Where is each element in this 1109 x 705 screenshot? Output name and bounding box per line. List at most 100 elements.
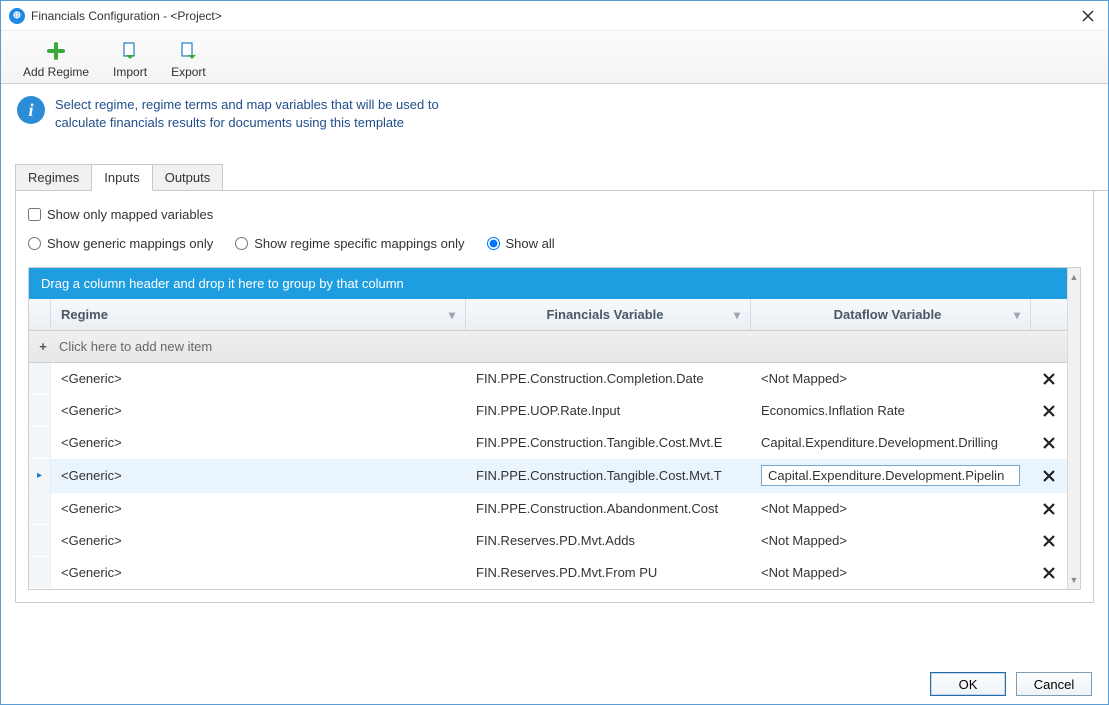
row-indicator (29, 395, 51, 426)
delete-row-button[interactable] (1031, 493, 1067, 524)
cell-dataflow-variable[interactable]: <Not Mapped> (751, 557, 1031, 588)
cell-regime[interactable]: <Generic> (51, 557, 466, 588)
radio-show-all-input[interactable] (487, 237, 500, 250)
cell-financials-variable[interactable]: FIN.PPE.Construction.Tangible.Cost.Mvt.T (466, 459, 751, 492)
cell-dataflow-variable[interactable]: Economics.Inflation Rate (751, 395, 1031, 426)
import-label: Import (113, 65, 147, 79)
add-new-row-label: Click here to add new item (59, 339, 212, 354)
delete-row-button[interactable] (1031, 363, 1067, 394)
cancel-button[interactable]: Cancel (1016, 672, 1092, 696)
cell-dataflow-variable[interactable]: Capital.Expenditure.Development.Drilling (751, 427, 1031, 458)
cell-regime[interactable]: <Generic> (51, 363, 466, 394)
cell-regime[interactable]: <Generic> (51, 459, 466, 492)
cell-regime[interactable]: <Generic> (51, 525, 466, 556)
col-header-regime[interactable]: Regime ▾ (51, 299, 466, 330)
scroll-down-arrow[interactable]: ▼ (1068, 571, 1080, 589)
add-new-row[interactable]: + Click here to add new item (29, 331, 1067, 363)
radio-regime-only-label: Show regime specific mappings only (254, 236, 464, 251)
export-label: Export (171, 65, 206, 79)
table-row[interactable]: <Generic>FIN.PPE.Construction.Completion… (29, 363, 1067, 395)
radio-generic-only-label: Show generic mappings only (47, 236, 213, 251)
col-header-regime-label: Regime (61, 307, 108, 322)
cell-dataflow-variable[interactable]: <Not Mapped> (751, 363, 1031, 394)
radio-generic-only-input[interactable] (28, 237, 41, 250)
cell-financials-variable[interactable]: FIN.PPE.Construction.Tangible.Cost.Mvt.E (466, 427, 751, 458)
row-indicator (29, 427, 51, 458)
tab-bar: Regimes Inputs Outputs (15, 164, 1108, 191)
cell-financials-variable[interactable]: FIN.Reserves.PD.Mvt.Adds (466, 525, 751, 556)
row-indicator: ▸ (29, 459, 51, 492)
radio-generic-only[interactable]: Show generic mappings only (28, 232, 213, 255)
grid-header: Regime ▾ Financials Variable ▾ Dataflow … (29, 299, 1067, 331)
toolbar: Add Regime Import Export (1, 31, 1108, 84)
row-indicator (29, 525, 51, 556)
add-regime-button[interactable]: Add Regime (11, 35, 101, 83)
close-button[interactable] (1076, 4, 1100, 28)
row-indicator (29, 363, 51, 394)
row-indicator (29, 557, 51, 588)
add-regime-label: Add Regime (23, 65, 89, 79)
titlebar: ⊕ Financials Configuration - <Project> (1, 1, 1108, 31)
radio-show-all[interactable]: Show all (487, 232, 555, 255)
group-by-bar[interactable]: Drag a column header and drop it here to… (29, 268, 1067, 299)
export-button[interactable]: Export (159, 35, 218, 83)
show-only-mapped-label: Show only mapped variables (47, 207, 213, 222)
cell-financials-variable[interactable]: FIN.PPE.Construction.Completion.Date (466, 363, 751, 394)
dialog-footer: OK Cancel (930, 672, 1092, 696)
vertical-scrollbar[interactable]: ▲ ▼ (1067, 268, 1080, 589)
cell-financials-variable[interactable]: FIN.PPE.Construction.Abandonment.Cost (466, 493, 751, 524)
delete-row-button[interactable] (1031, 395, 1067, 426)
delete-row-button[interactable] (1031, 557, 1067, 588)
cell-financials-variable[interactable]: FIN.PPE.UOP.Rate.Input (466, 395, 751, 426)
import-icon (118, 39, 142, 63)
table-row[interactable]: ▸<Generic>FIN.PPE.Construction.Tangible.… (29, 459, 1067, 493)
radio-show-all-label: Show all (506, 236, 555, 251)
info-icon: i (17, 96, 45, 124)
table-row[interactable]: <Generic>FIN.PPE.Construction.Abandonmen… (29, 493, 1067, 525)
cell-dataflow-variable[interactable]: <Not Mapped> (751, 525, 1031, 556)
export-icon (176, 39, 200, 63)
table-row[interactable]: <Generic>FIN.PPE.Construction.Tangible.C… (29, 427, 1067, 459)
filter-icon[interactable]: ▾ (1014, 308, 1020, 322)
delete-row-button[interactable] (1031, 459, 1067, 492)
delete-row-button[interactable] (1031, 427, 1067, 458)
show-only-mapped-input[interactable] (28, 208, 41, 221)
table-row[interactable]: <Generic>FIN.Reserves.PD.Mvt.From PU<Not… (29, 557, 1067, 589)
col-header-dataflow-label: Dataflow Variable (761, 307, 1014, 322)
grid-body: <Generic>FIN.PPE.Construction.Completion… (29, 363, 1067, 589)
scroll-up-arrow[interactable]: ▲ (1068, 268, 1080, 286)
info-line-1: Select regime, regime terms and map vari… (55, 96, 439, 114)
cell-regime[interactable]: <Generic> (51, 395, 466, 426)
app-icon: ⊕ (9, 8, 25, 24)
plus-icon (44, 39, 68, 63)
col-header-financials-label: Financials Variable (476, 307, 734, 322)
tab-regimes[interactable]: Regimes (15, 164, 92, 190)
radio-regime-only[interactable]: Show regime specific mappings only (235, 232, 464, 255)
col-header-actions (1031, 299, 1067, 330)
cell-regime[interactable]: <Generic> (51, 493, 466, 524)
delete-row-button[interactable] (1031, 525, 1067, 556)
info-line-2: calculate financials results for documen… (55, 114, 439, 132)
col-header-dataflow[interactable]: Dataflow Variable ▾ (751, 299, 1031, 330)
cell-financials-variable[interactable]: FIN.Reserves.PD.Mvt.From PU (466, 557, 751, 588)
ok-button[interactable]: OK (930, 672, 1006, 696)
import-button[interactable]: Import (101, 35, 159, 83)
filter-icon[interactable]: ▾ (449, 308, 455, 322)
tab-inputs[interactable]: Inputs (91, 164, 152, 191)
col-header-financials[interactable]: Financials Variable ▾ (466, 299, 751, 330)
table-row[interactable]: <Generic>FIN.Reserves.PD.Mvt.Adds<Not Ma… (29, 525, 1067, 557)
cell-dataflow-variable[interactable]: Capital.Expenditure.Development.Pipelin (751, 459, 1031, 492)
plus-icon: + (37, 339, 49, 354)
radio-regime-only-input[interactable] (235, 237, 248, 250)
show-only-mapped-checkbox[interactable]: Show only mapped variables (28, 203, 1081, 226)
mappings-grid: Drag a column header and drop it here to… (28, 267, 1081, 590)
table-row[interactable]: <Generic>FIN.PPE.UOP.Rate.InputEconomics… (29, 395, 1067, 427)
window-title: Financials Configuration - <Project> (31, 9, 1076, 23)
info-text: Select regime, regime terms and map vari… (55, 96, 439, 132)
cell-regime[interactable]: <Generic> (51, 427, 466, 458)
cell-dataflow-variable[interactable]: <Not Mapped> (751, 493, 1031, 524)
inputs-panel: Show only mapped variables Show generic … (15, 191, 1094, 603)
tab-outputs[interactable]: Outputs (152, 164, 224, 190)
grid-header-indicator (29, 299, 51, 330)
filter-icon[interactable]: ▾ (734, 308, 740, 322)
